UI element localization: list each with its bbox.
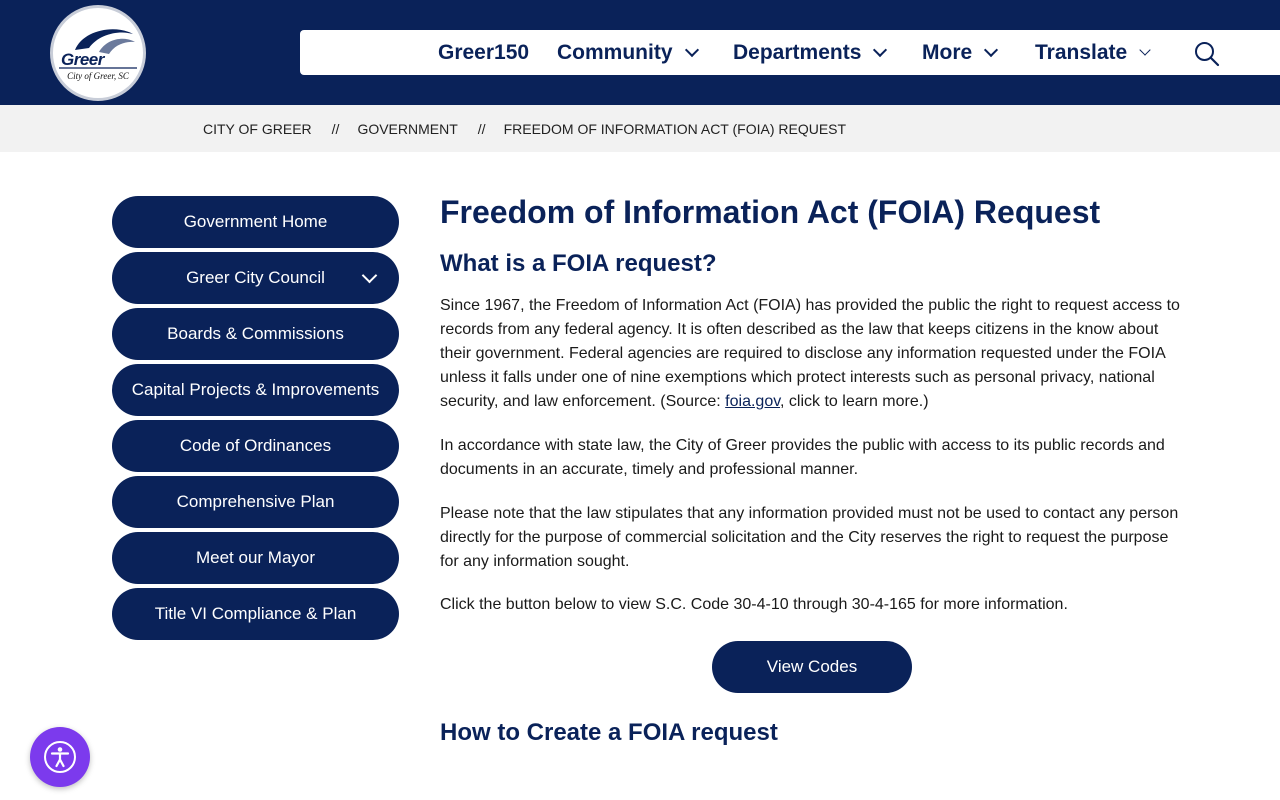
nav-label: More bbox=[922, 40, 973, 64]
chevron-down-icon bbox=[984, 42, 999, 57]
sidebar-item-boards-commissions[interactable]: Boards & Commissions bbox=[112, 308, 399, 360]
section-heading-what-is-foia: What is a FOIA request? bbox=[440, 250, 717, 277]
nav-label: Translate bbox=[1035, 40, 1128, 64]
sidebar-item-capital-projects[interactable]: Capital Projects & Improvements bbox=[112, 364, 399, 416]
breadcrumb-separator: // bbox=[331, 120, 340, 137]
breadcrumb: CITY OF GREER // GOVERNMENT // FREEDOM O… bbox=[0, 105, 1280, 152]
breadcrumb-link-home[interactable]: CITY OF GREER bbox=[203, 121, 312, 137]
sidebar-nav: Government Home Greer City Council Board… bbox=[112, 196, 399, 644]
section-heading-how-to-create: How to Create a FOIA request bbox=[440, 719, 778, 746]
page-title: Freedom of Information Act (FOIA) Reques… bbox=[440, 194, 1101, 230]
view-codes-button[interactable]: View Codes bbox=[712, 641, 912, 693]
state-law-paragraph: In accordance with state law, the City o… bbox=[440, 437, 1165, 478]
nav-item-translate[interactable]: Translate bbox=[1035, 30, 1151, 75]
sidebar-item-label: Code of Ordinances bbox=[179, 436, 332, 455]
chevron-down-icon bbox=[684, 42, 699, 57]
breadcrumb-trail: CITY OF GREER // GOVERNMENT // FREEDOM O… bbox=[203, 105, 846, 152]
sidebar-item-label: Greer City Council bbox=[186, 268, 325, 287]
sidebar-item-label: Comprehensive Plan bbox=[176, 492, 335, 511]
main-nav: Greer150 Community Departments More Tran… bbox=[300, 30, 1280, 75]
logo-wordmark: Greer bbox=[61, 50, 104, 69]
nav-label: Departments bbox=[733, 40, 862, 64]
sidebar-item-comprehensive-plan[interactable]: Comprehensive Plan bbox=[112, 476, 399, 528]
nav-item-community[interactable]: Community bbox=[557, 30, 699, 75]
logo-city-line: City of Greer, SC bbox=[67, 71, 129, 81]
city-logo[interactable]: Greer City of Greer, SC bbox=[50, 5, 146, 101]
breadcrumb-current: FREEDOM OF INFORMATION ACT (FOIA) REQUES… bbox=[503, 120, 847, 137]
breadcrumb-separator: // bbox=[477, 120, 486, 137]
solicitation-paragraph: Please note that the law stipulates that… bbox=[440, 505, 1179, 570]
sidebar-item-title-vi[interactable]: Title VI Compliance & Plan bbox=[112, 588, 399, 640]
nav-item-departments[interactable]: Departments bbox=[733, 30, 888, 75]
search-icon[interactable] bbox=[1193, 40, 1221, 68]
site-header: Greer City of Greer, SC Greer150 Communi… bbox=[0, 0, 1280, 105]
sidebar-item-greer-city-council[interactable]: Greer City Council bbox=[112, 252, 399, 304]
sidebar-item-code-of-ordinances[interactable]: Code of Ordinances bbox=[112, 420, 399, 472]
breadcrumb-link-government[interactable]: GOVERNMENT bbox=[357, 121, 457, 137]
accessibility-widget-button[interactable] bbox=[30, 727, 90, 787]
view-codes-wrapper: View Codes bbox=[440, 641, 1180, 693]
sidebar-item-government-home[interactable]: Government Home bbox=[112, 196, 399, 248]
foia-gov-link[interactable]: foia.gov bbox=[725, 393, 780, 410]
chevron-down-icon bbox=[873, 42, 888, 57]
nav-item-more[interactable]: More bbox=[922, 30, 999, 75]
paragraph-text: , click to learn more.) bbox=[780, 393, 929, 410]
nav-label: Community bbox=[557, 40, 673, 64]
sidebar-item-meet-our-mayor[interactable]: Meet our Mayor bbox=[112, 532, 399, 584]
sidebar-item-label: Title VI Compliance & Plan bbox=[154, 604, 357, 623]
sidebar-item-label: Capital Projects & Improvements bbox=[131, 380, 380, 399]
view-codes-instruction: Click the button below to view S.C. Code… bbox=[440, 596, 1068, 613]
nav-item-greer150[interactable]: Greer150 bbox=[438, 30, 529, 75]
sidebar-item-label: Boards & Commissions bbox=[167, 324, 344, 343]
sidebar-item-label: Government Home bbox=[183, 212, 328, 231]
sidebar-item-label: Meet our Mayor bbox=[195, 548, 316, 567]
foia-intro-paragraph: Since 1967, the Freedom of Information A… bbox=[440, 294, 1180, 414]
chevron-down-icon[interactable] bbox=[361, 267, 378, 284]
chevron-down-icon bbox=[1139, 43, 1151, 56]
accessibility-icon bbox=[44, 741, 76, 773]
main-content: Freedom of Information Act (FOIA) Reques… bbox=[440, 190, 1180, 749]
nav-label: Greer150 bbox=[438, 40, 530, 64]
